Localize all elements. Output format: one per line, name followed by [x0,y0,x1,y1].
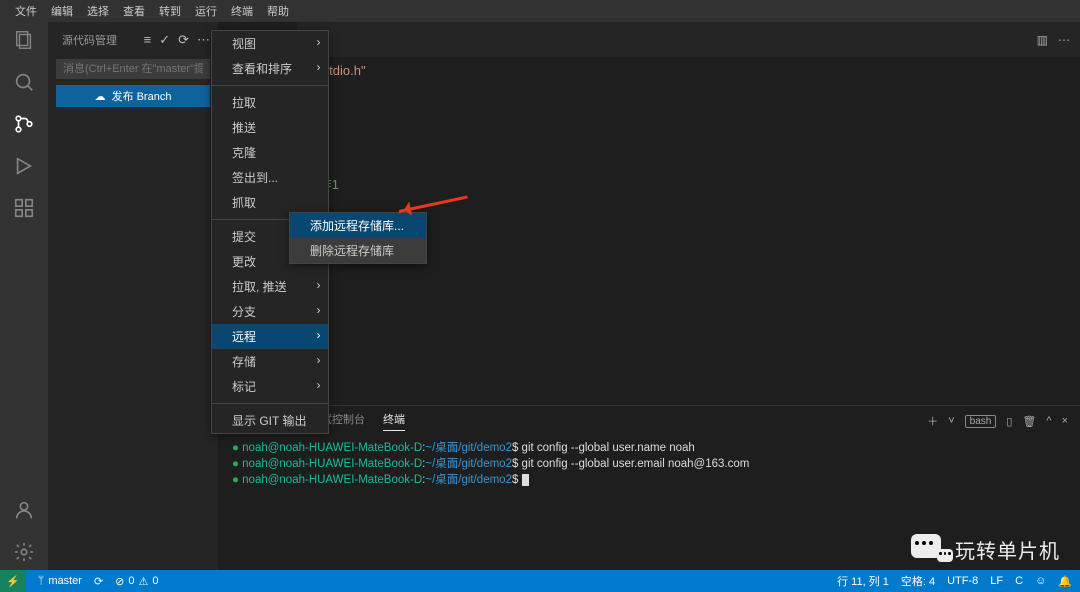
menu-item[interactable]: 推送 [212,115,328,140]
submenu-item[interactable]: 添加远程存储库... [290,213,426,238]
menu-查看[interactable]: 查看 [116,0,152,22]
accounts-icon[interactable] [12,498,36,522]
sync-indicator[interactable]: ⟳ [94,575,103,588]
branch-indicator[interactable]: ᛘ master [38,575,82,587]
panel-tab[interactable]: 终端 [383,411,405,431]
eol[interactable]: LF [990,575,1003,587]
menu-item[interactable]: 查看和排序 [212,56,328,81]
split-editor-icon[interactable]: ▥ [1037,33,1048,47]
status-bar: ⚡ ᛘ master ⟳ ⊘ 0 ⚠ 0 行 11, 列 1 空格: 4 UTF… [0,570,1080,592]
menu-item[interactable]: 远程 [212,324,328,349]
settings-gear-icon[interactable] [12,540,36,564]
language-mode[interactable]: C [1015,575,1023,587]
scm-sidebar: 源代码管理 ≡ ✓ ⟳ ⋯ ☁ 发布 Branch [48,22,218,570]
activity-bar [0,22,48,570]
menu-文件[interactable]: 文件 [8,0,44,22]
cloud-upload-icon: ☁ [95,90,106,103]
maximize-panel-icon[interactable]: ^ [1046,415,1051,427]
menu-item[interactable]: 签出到... [212,165,328,190]
explorer-icon[interactable] [12,28,36,52]
indentation[interactable]: 空格: 4 [901,573,935,589]
scm-treeview-icon[interactable]: ≡ [144,32,152,48]
new-terminal-icon[interactable]: ＋ [927,413,938,429]
feedback-icon[interactable]: ☺ [1035,575,1046,587]
tab-bar: C main.c × ▥ ⋯ [218,22,1080,57]
menu-item[interactable]: 分支 [212,299,328,324]
submenu-item[interactable]: 删除远程存储库 [290,238,426,263]
menu-item[interactable]: 拉取, 推送 [212,274,328,299]
editor-more-icon[interactable]: ⋯ [1058,33,1070,47]
shell-badge[interactable]: bash [965,415,997,428]
remote-indicator[interactable]: ⚡ [0,570,26,592]
watermark: 玩转单片机 [911,534,1060,564]
scm-commit-icon[interactable]: ✓ [159,32,170,48]
menu-终端[interactable]: 终端 [224,0,260,22]
menubar: 文件编辑选择查看转到运行终端帮助 [0,0,1080,22]
publish-branch-button[interactable]: ☁ 发布 Branch [56,85,210,107]
extensions-icon[interactable] [12,196,36,220]
split-terminal-icon[interactable]: ▯ [1006,415,1012,428]
sidebar-title: 源代码管理 [62,32,117,48]
notifications-icon[interactable]: 🔔 [1058,575,1072,588]
close-panel-icon[interactable]: × [1062,415,1068,427]
commit-message-input[interactable] [56,59,210,79]
terminal-dropdown-icon[interactable]: ˅ [948,415,954,427]
menu-选择[interactable]: 选择 [80,0,116,22]
problems-indicator[interactable]: ⊘ 0 ⚠ 0 [115,575,158,588]
menu-运行[interactable]: 运行 [188,0,224,22]
encoding[interactable]: UTF-8 [947,575,978,587]
menu-帮助[interactable]: 帮助 [260,0,296,22]
cursor-position[interactable]: 行 11, 列 1 [837,573,889,589]
source-control-icon[interactable] [12,112,36,136]
search-icon[interactable] [12,70,36,94]
menu-item[interactable]: 克隆 [212,140,328,165]
menu-item[interactable]: 标记 [212,374,328,399]
trash-icon[interactable]: 🗑 [1022,415,1036,428]
scm-refresh-icon[interactable]: ⟳ [178,32,189,48]
menu-item[interactable]: 拉取 [212,90,328,115]
menu-编辑[interactable]: 编辑 [44,0,80,22]
scm-more-icon[interactable]: ⋯ [197,32,210,48]
minimap[interactable] [1020,57,1080,405]
menu-转到[interactable]: 转到 [152,0,188,22]
menu-item[interactable]: 视图 [212,31,328,56]
menu-item[interactable]: 存储 [212,349,328,374]
remote-submenu: 添加远程存储库...删除远程存储库 [289,212,427,264]
run-debug-icon[interactable] [12,154,36,178]
menu-item[interactable]: 显示 GIT 输出 [212,408,328,433]
